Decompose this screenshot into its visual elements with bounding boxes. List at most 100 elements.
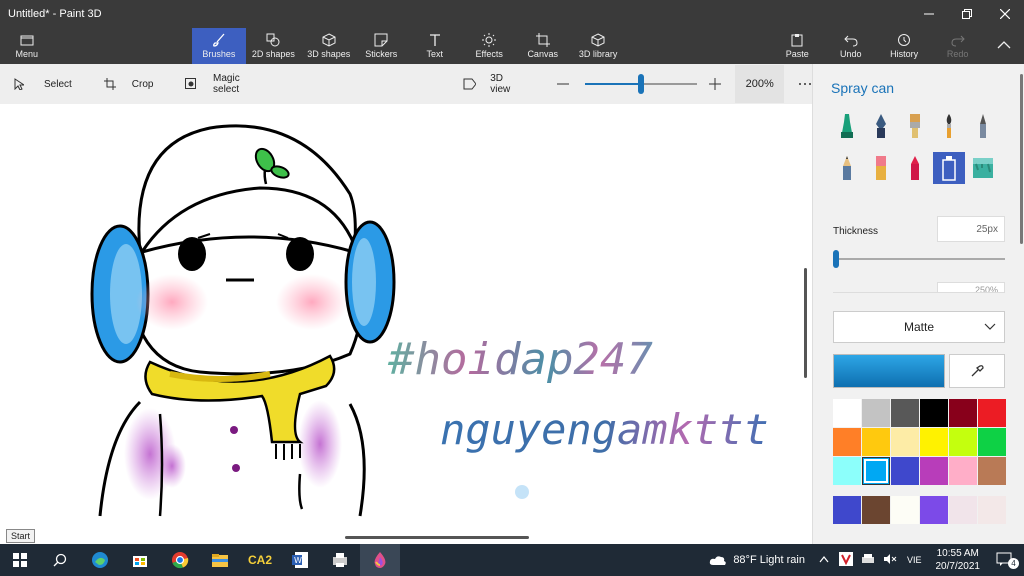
clock[interactable]: 10:55 AM 20/7/2021 xyxy=(928,547,989,573)
custom-color-swatch[interactable] xyxy=(978,496,1006,524)
color-swatch[interactable] xyxy=(920,457,948,485)
ribbon-toolbar: Menu Brushes 2D shapes 3D shapes Sticker… xyxy=(0,28,1024,64)
zoom-value[interactable]: 200% xyxy=(735,65,785,103)
file-explorer-app[interactable] xyxy=(200,544,240,576)
custom-color-swatch[interactable] xyxy=(862,496,890,524)
show-hidden-icons[interactable] xyxy=(813,555,835,566)
fill-brush[interactable] xyxy=(967,152,999,184)
color-swatch[interactable] xyxy=(833,457,861,485)
color-swatch[interactable] xyxy=(891,428,919,456)
undo-button[interactable]: Undo xyxy=(824,28,877,64)
weather-widget[interactable]: 88°F Light rain xyxy=(701,554,813,566)
menu-button[interactable]: Menu xyxy=(0,28,53,64)
color-swatch[interactable] xyxy=(862,457,890,485)
opacity-input[interactable]: 250% xyxy=(937,282,1005,292)
color-swatch[interactable] xyxy=(833,428,861,456)
color-swatch[interactable] xyxy=(978,399,1006,427)
edge-app[interactable] xyxy=(80,544,120,576)
color-swatch[interactable] xyxy=(862,399,890,427)
thickness-label: Thickness xyxy=(833,226,879,237)
color-swatch[interactable] xyxy=(891,457,919,485)
notification-center-button[interactable]: 4 xyxy=(988,552,1024,569)
paint3d-app[interactable] xyxy=(360,544,400,576)
color-swatch[interactable] xyxy=(920,399,948,427)
pencil-brush[interactable] xyxy=(831,152,863,184)
tab-3d-shapes[interactable]: 3D shapes xyxy=(301,28,356,64)
zoom-slider-thumb[interactable] xyxy=(637,74,644,94)
crayon-brush[interactable] xyxy=(899,152,931,184)
maximize-button[interactable] xyxy=(948,0,986,28)
chevron-up-icon xyxy=(996,38,1012,52)
calligraphy-pen-brush[interactable] xyxy=(865,110,897,142)
color-swatch[interactable] xyxy=(949,457,977,485)
pixel-pen-brush[interactable] xyxy=(967,110,999,142)
finish-value: Matte xyxy=(903,320,934,334)
more-options-button[interactable] xyxy=(798,82,812,86)
panel-scrollbar[interactable] xyxy=(1020,74,1023,244)
custom-color-swatch[interactable] xyxy=(920,496,948,524)
color-swatch[interactable] xyxy=(920,428,948,456)
oil-brush[interactable] xyxy=(899,110,931,142)
word-app[interactable]: W xyxy=(280,544,320,576)
printer-app[interactable] xyxy=(320,544,360,576)
tab-effects[interactable]: Effects xyxy=(463,28,515,64)
custom-color-swatch[interactable] xyxy=(949,496,977,524)
printer-icon xyxy=(861,553,874,563)
collapse-ribbon-button[interactable] xyxy=(984,28,1024,64)
color-swatch[interactable] xyxy=(891,399,919,427)
thickness-slider[interactable] xyxy=(835,258,1005,260)
minimize-button[interactable] xyxy=(910,0,948,28)
tab-stickers[interactable]: Stickers xyxy=(357,28,407,64)
color-swatch[interactable] xyxy=(978,457,1006,485)
paste-button[interactable]: Paste xyxy=(770,28,823,64)
color-swatch[interactable] xyxy=(862,428,890,456)
search-button[interactable] xyxy=(40,544,80,576)
marker-brush[interactable] xyxy=(831,110,863,142)
tab-3d-library[interactable]: 3D library xyxy=(570,28,625,64)
drawing-canvas[interactable]: #hoidap247 nguyengamkttt xyxy=(0,104,812,544)
tab-text[interactable]: Text xyxy=(406,28,463,64)
color-swatch[interactable] xyxy=(833,399,861,427)
history-button[interactable]: History xyxy=(877,28,930,64)
color-swatch[interactable] xyxy=(949,428,977,456)
ellipsis-icon xyxy=(799,83,812,85)
start-tooltip: Start xyxy=(6,529,36,543)
redo-button[interactable]: Redo xyxy=(931,28,984,64)
tray-printer[interactable] xyxy=(857,553,879,568)
thickness-slider-thumb[interactable] xyxy=(833,250,839,268)
chrome-app[interactable] xyxy=(160,544,200,576)
color-swatch[interactable] xyxy=(978,428,1006,456)
horizontal-scrollbar[interactable] xyxy=(345,536,529,539)
spray-can-brush[interactable] xyxy=(933,152,965,184)
current-color[interactable] xyxy=(833,354,945,388)
color-swatch[interactable] xyxy=(949,399,977,427)
language-indicator[interactable]: VIE xyxy=(901,555,928,565)
tab-brushes[interactable]: Brushes xyxy=(192,28,246,64)
volume-button[interactable] xyxy=(879,553,901,568)
clock-time: 10:55 AM xyxy=(936,548,979,559)
eraser-brush[interactable] xyxy=(865,152,897,184)
view-3d-button[interactable]: 3D view xyxy=(463,73,525,95)
watercolor-brush[interactable] xyxy=(933,110,965,142)
custom-colors xyxy=(833,496,1007,524)
finish-dropdown[interactable]: Matte xyxy=(833,311,1005,343)
windows-start-button[interactable] xyxy=(0,544,40,576)
tray-app-v[interactable] xyxy=(835,551,857,569)
custom-color-swatch[interactable] xyxy=(833,496,861,524)
custom-color-swatch[interactable] xyxy=(891,496,919,524)
crop-button[interactable]: Crop xyxy=(103,78,153,90)
zoom-out-button[interactable] xyxy=(556,78,569,90)
select-button[interactable]: Select xyxy=(14,78,72,90)
tab-canvas[interactable]: Canvas xyxy=(515,28,570,64)
tab-2d-shapes[interactable]: 2D shapes xyxy=(246,28,301,64)
zoom-slider[interactable] xyxy=(584,74,697,94)
eyedropper-button[interactable] xyxy=(949,354,1005,388)
vertical-scrollbar[interactable] xyxy=(804,268,807,378)
zoom-in-button[interactable] xyxy=(709,78,722,90)
store-app[interactable] xyxy=(120,544,160,576)
ca2-app[interactable]: CA2 xyxy=(240,544,280,576)
magic-select-button[interactable]: Magic select xyxy=(185,73,266,95)
close-button[interactable] xyxy=(986,0,1024,28)
text-icon xyxy=(427,33,443,47)
thickness-input[interactable]: 25px xyxy=(937,216,1005,242)
